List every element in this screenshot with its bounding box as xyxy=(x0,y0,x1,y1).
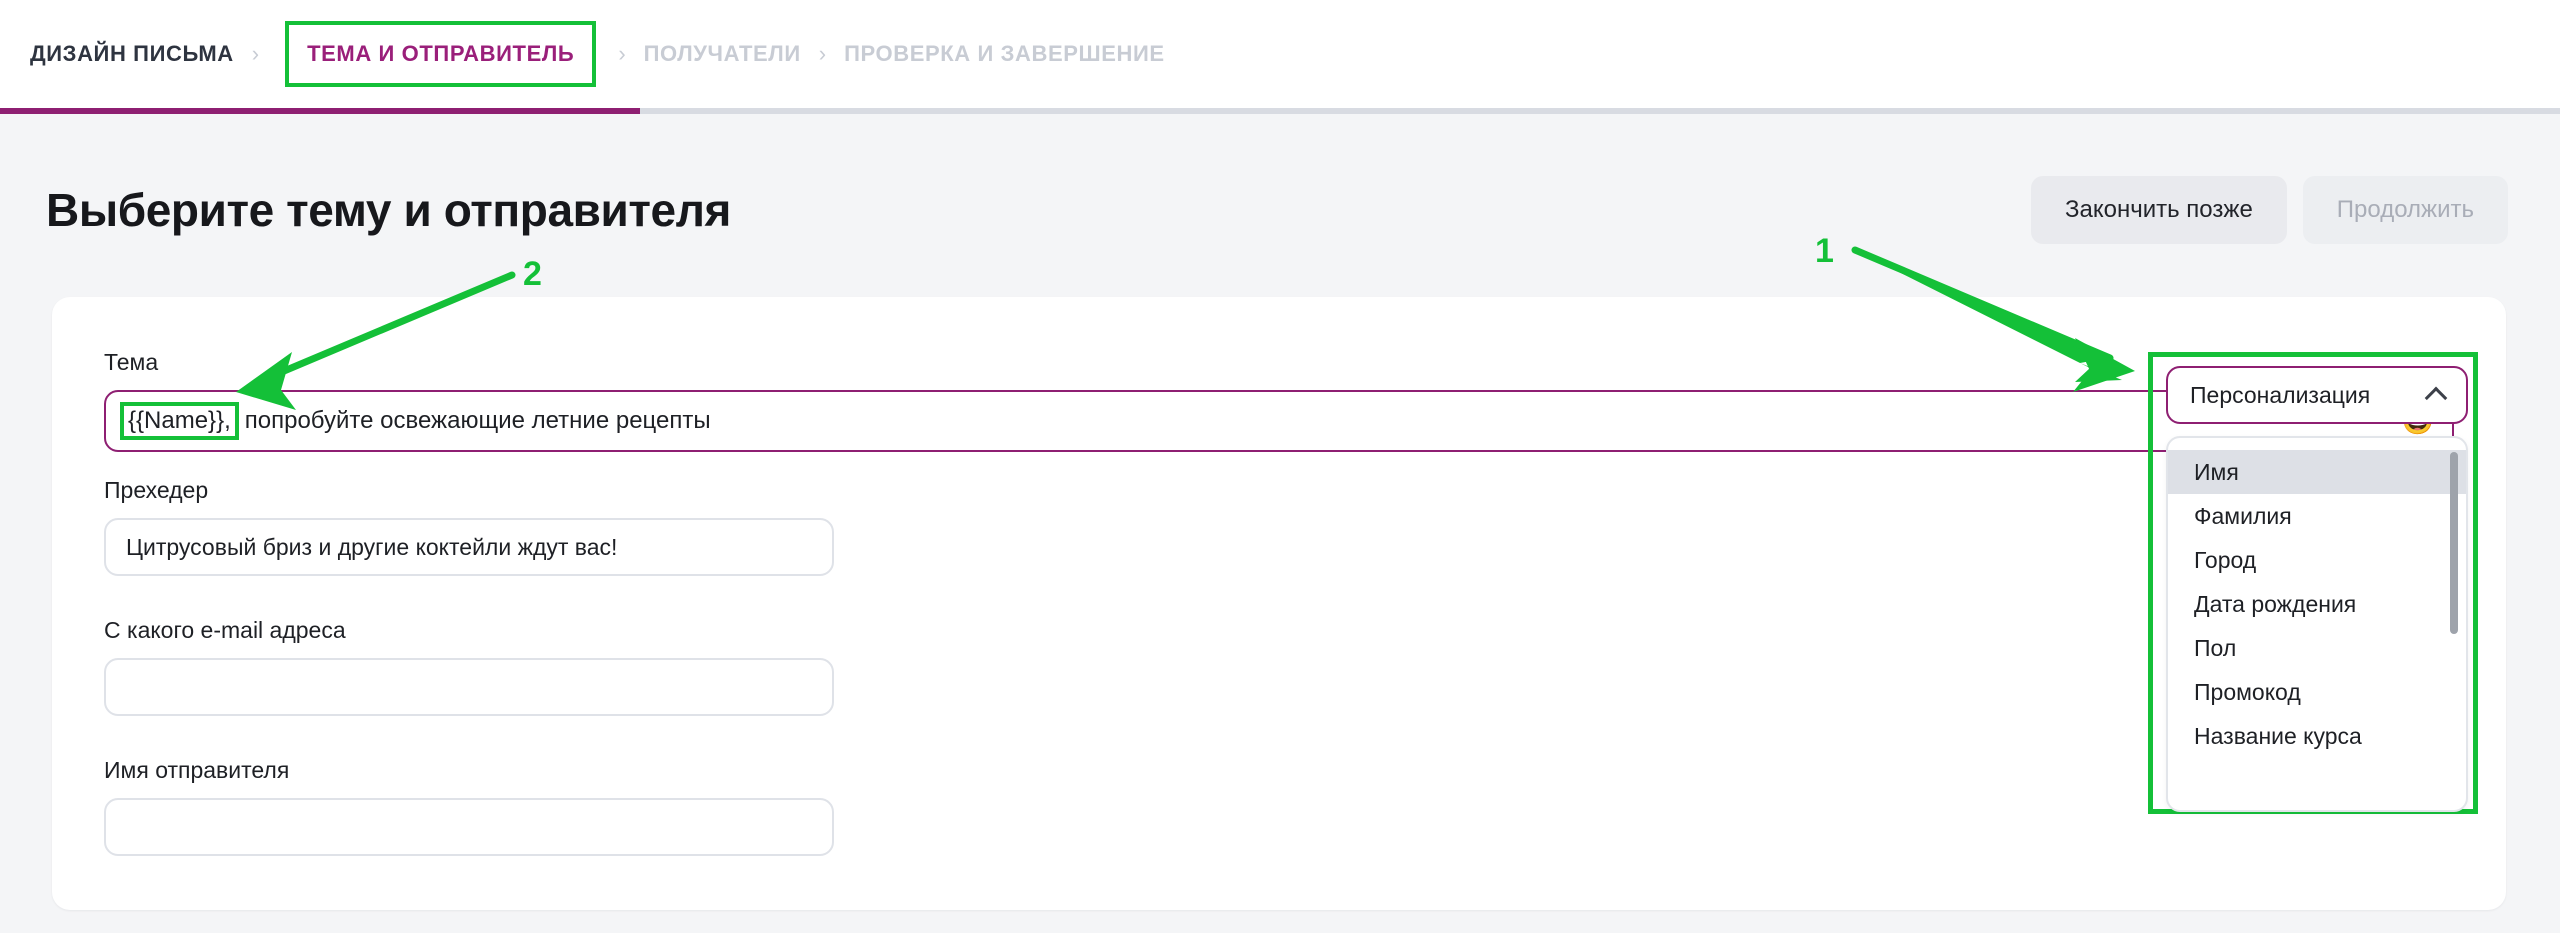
sender-name-field-block: Имя отправителя xyxy=(104,757,834,856)
preheader-field-block: Прехедер Цитрусовый бриз и другие коктей… xyxy=(104,477,834,576)
personalization-item-promocode[interactable]: Промокод xyxy=(2168,670,2466,714)
personalization-menu: Имя Фамилия Город Дата рождения Пол Пром… xyxy=(2166,436,2468,812)
personalization-dropdown: Персонализация Имя Фамилия Город Дата ро… xyxy=(2166,366,2468,812)
personalization-item-birthdate[interactable]: Дата рождения xyxy=(2168,582,2466,626)
breadcrumb-bar: ДИЗАЙН ПИСЬМА › ТЕМА И ОТПРАВИТЕЛЬ › ПОЛ… xyxy=(0,0,2560,108)
finish-later-button[interactable]: Закончить позже xyxy=(2031,176,2287,244)
sender-name-label: Имя отправителя xyxy=(104,757,290,783)
personalization-button[interactable]: Персонализация xyxy=(2166,366,2468,424)
breadcrumb-item-subject[interactable]: ТЕМА И ОТПРАВИТЕЛЬ xyxy=(305,41,576,67)
progress-bar-fill xyxy=(0,108,640,114)
subject-field-block: Тема {{Name}}, попробуйте освежающие лет… xyxy=(104,349,2454,452)
header-actions: Закончить позже Продолжить xyxy=(2031,176,2508,244)
personalization-item-gender[interactable]: Пол xyxy=(2168,626,2466,670)
breadcrumb-separator-2: › xyxy=(618,41,626,66)
personalization-button-label: Персонализация xyxy=(2190,381,2371,408)
personalization-item-name[interactable]: Имя xyxy=(2168,450,2466,494)
breadcrumb-separator-3: › xyxy=(818,41,827,66)
from-email-input[interactable] xyxy=(104,658,834,716)
breadcrumb-item-subject-highlight: ТЕМА И ОТПРАВИТЕЛЬ xyxy=(285,21,597,87)
progress-bar xyxy=(0,108,2560,114)
personalization-item-city[interactable]: Город xyxy=(2168,538,2466,582)
continue-button[interactable]: Продолжить xyxy=(2302,176,2508,244)
page-title: Выберите тему и отправителя xyxy=(46,184,731,236)
breadcrumb-separator-1: › xyxy=(251,41,260,66)
breadcrumb-item-design[interactable]: ДИЗАЙН ПИСЬМА xyxy=(28,41,236,67)
subject-text: попробуйте освежающие летние рецепты xyxy=(244,407,711,434)
from-email-label: С какого e-mail адреса xyxy=(104,617,346,643)
page-header: Выберите тему и отправителя Закончить по… xyxy=(0,150,2560,270)
subject-label: Тема xyxy=(104,349,159,375)
chevron-up-icon xyxy=(2424,386,2448,409)
from-email-field-block: С какого e-mail адреса xyxy=(104,617,834,716)
annotation-number-2: 2 xyxy=(523,255,542,293)
annotation-number-1: 1 xyxy=(1815,232,1834,270)
breadcrumb: ДИЗАЙН ПИСЬМА › ТЕМА И ОТПРАВИТЕЛЬ › ПОЛ… xyxy=(28,0,1167,108)
breadcrumb-item-recipients[interactable]: ПОЛУЧАТЕЛИ xyxy=(642,41,803,67)
subject-personalization-token[interactable]: {{Name}}, xyxy=(120,401,239,441)
breadcrumb-item-review[interactable]: ПРОВЕРКА И ЗАВЕРШЕНИЕ xyxy=(842,41,1167,67)
subject-input[interactable]: {{Name}}, попробуйте освежающие летние р… xyxy=(104,390,2454,452)
personalization-item-course-name[interactable]: Название курса xyxy=(2168,714,2466,758)
personalization-menu-scroll-thumb[interactable] xyxy=(2450,452,2458,634)
preheader-input[interactable]: Цитрусовый бриз и другие коктейли ждут в… xyxy=(104,518,834,576)
preheader-label: Прехедер xyxy=(104,477,209,503)
sender-name-input[interactable] xyxy=(104,798,834,856)
personalization-menu-scrollbar[interactable] xyxy=(2450,452,2458,802)
personalization-item-surname[interactable]: Фамилия xyxy=(2168,494,2466,538)
form-card: Тема {{Name}}, попробуйте освежающие лет… xyxy=(52,297,2506,910)
